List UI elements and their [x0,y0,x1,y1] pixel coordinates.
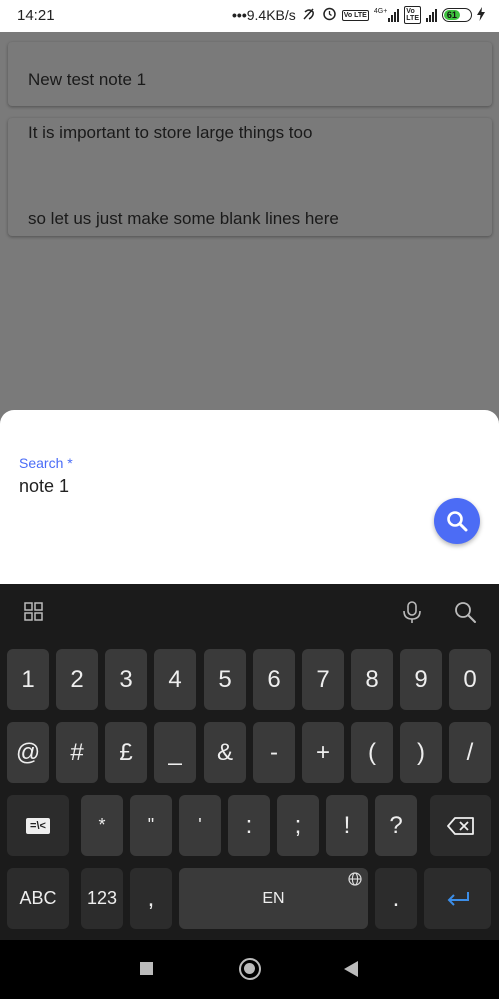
keyboard-toolbar [0,584,499,642]
alarm-icon [322,6,337,24]
status-time: 14:21 [17,7,55,24]
key-3[interactable]: 3 [105,649,147,710]
note-text: It is important to store large things to… [28,123,313,142]
key-at[interactable]: @ [7,722,49,783]
battery-level: 61 [446,10,457,20]
volte-icon: Vo LTE [341,9,369,21]
search-icon[interactable] [453,600,477,624]
key-double-quote[interactable]: " [130,795,172,856]
note-card[interactable]: New test note 1 [8,42,492,106]
battery-icon: 61 [442,8,472,22]
key-asterisk[interactable]: * [81,795,123,856]
key-underscore[interactable]: _ [154,722,196,783]
note-text: New test note 1 [28,70,147,89]
key-ampersand[interactable]: & [204,722,246,783]
back-button[interactable] [344,961,358,977]
search-icon [447,511,468,532]
key-minus[interactable]: - [253,722,295,783]
data-speed: •••9.4KB/s [232,7,296,23]
key-plus[interactable]: + [302,722,344,783]
key-close-paren[interactable]: ) [400,722,442,783]
key-open-paren[interactable]: ( [351,722,393,783]
recent-apps-button[interactable] [140,962,153,975]
signal-icon-1: 4G+ [374,8,400,22]
notes-list-overlay[interactable]: New test note 1 It is important to store… [0,32,499,432]
navigation-bar [0,940,499,999]
keyboard: 1 2 3 4 5 6 7 8 9 0 @ # £ _ & - + ( ) / … [0,584,499,940]
backspace-icon [446,816,474,835]
key-period[interactable]: . [375,868,417,929]
search-sheet: Search * note 1 [0,410,499,584]
key-6[interactable]: 6 [253,649,295,710]
key-7[interactable]: 7 [302,649,344,710]
key-comma[interactable]: , [130,868,172,929]
space-key-label: EN [262,889,285,907]
backspace-key[interactable] [430,795,491,856]
status-bar: 14:21 •••9.4KB/s Vo LTE 4G+ Vo LTE 61 [0,0,499,32]
globe-icon [348,872,362,889]
key-9[interactable]: 9 [400,649,442,710]
home-button[interactable] [239,958,261,980]
numbers-key[interactable]: 123 [81,868,123,929]
key-pound[interactable]: £ [105,722,147,783]
key-4[interactable]: 4 [154,649,196,710]
signal-icon-2 [426,8,437,22]
key-hash[interactable]: # [56,722,98,783]
more-symbols-key[interactable]: =\< [7,795,69,856]
note-text: so let us just make some blank lines her… [28,209,339,228]
space-key[interactable]: EN [179,868,368,929]
search-input[interactable]: note 1 [19,476,69,497]
key-apostrophe[interactable]: ' [179,795,221,856]
key-2[interactable]: 2 [56,649,98,710]
search-label: Search * [19,455,73,471]
grid-icon[interactable] [24,602,43,621]
key-semicolon[interactable]: ; [277,795,319,856]
key-question[interactable]: ? [375,795,417,856]
key-1[interactable]: 1 [7,649,49,710]
volte-icon-2: Vo LTE [404,6,421,24]
abc-key[interactable]: ABC [7,868,69,929]
key-colon[interactable]: : [228,795,270,856]
key-8[interactable]: 8 [351,649,393,710]
charging-icon [477,6,485,24]
data-saver-icon [301,7,317,24]
key-slash[interactable]: / [449,722,491,783]
search-button[interactable] [434,498,480,544]
enter-key[interactable] [424,868,491,929]
enter-icon [447,891,469,906]
status-icons: •••9.4KB/s Vo LTE 4G+ Vo LTE 61 [232,6,485,24]
note-card[interactable]: It is important to store large things to… [8,118,492,236]
key-0[interactable]: 0 [449,649,491,710]
key-5[interactable]: 5 [204,649,246,710]
key-exclamation[interactable]: ! [326,795,368,856]
mic-icon[interactable] [401,600,423,624]
